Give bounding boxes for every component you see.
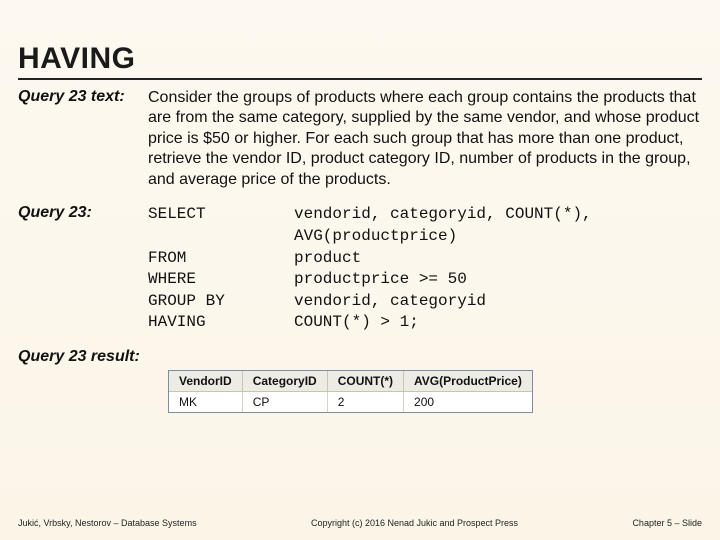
col-avg: AVG(ProductPrice) [404,371,532,392]
sql-having-kw: HAVING [148,312,268,334]
footer-left: Jukić, Vrbsky, Nestorov – Database Syste… [18,518,197,528]
sql-group-val: vendorid, categoryid [294,291,702,313]
sql-select-val: vendorid, categoryid, COUNT(*), AVG(prod… [294,204,702,247]
query-label: Query 23: [18,204,148,334]
sql-select-kw: SELECT [148,204,268,247]
col-count: COUNT(*) [327,371,403,392]
sql-group-kw: GROUP BY [148,291,268,313]
result-box: VendorID CategoryID COUNT(*) AVG(Product… [168,370,533,413]
footer-right: Chapter 5 – Slide [632,518,702,528]
query-text-row: Query 23 text: Consider the groups of pr… [18,88,702,190]
result-table: VendorID CategoryID COUNT(*) AVG(Product… [169,371,532,412]
sql-where-val: productprice >= 50 [294,269,702,291]
query-text-label: Query 23 text: [18,88,148,190]
sql-where-kw: WHERE [148,269,268,291]
query-sql-row: Query 23: SELECT vendorid, categoryid, C… [18,204,702,334]
table-row: MK CP 2 200 [169,391,532,412]
slide-footer: Jukić, Vrbsky, Nestorov – Database Syste… [18,518,702,528]
sql-block: SELECT vendorid, categoryid, COUNT(*), A… [148,204,702,334]
sql-having-val: COUNT(*) > 1; [294,312,702,334]
col-categoryid: CategoryID [242,371,327,392]
result-label: Query 23 result: [18,348,702,366]
query-text-body: Consider the groups of products where ea… [148,88,702,190]
cell-vendorid: MK [169,391,242,412]
col-vendorid: VendorID [169,371,242,392]
cell-avg: 200 [404,391,532,412]
cell-categoryid: CP [242,391,327,412]
sql-from-kw: FROM [148,248,268,270]
sql-from-val: product [294,248,702,270]
cell-count: 2 [327,391,403,412]
slide-title: HAVING [18,42,702,80]
footer-center: Copyright (c) 2016 Nenad Jukic and Prosp… [311,518,518,528]
